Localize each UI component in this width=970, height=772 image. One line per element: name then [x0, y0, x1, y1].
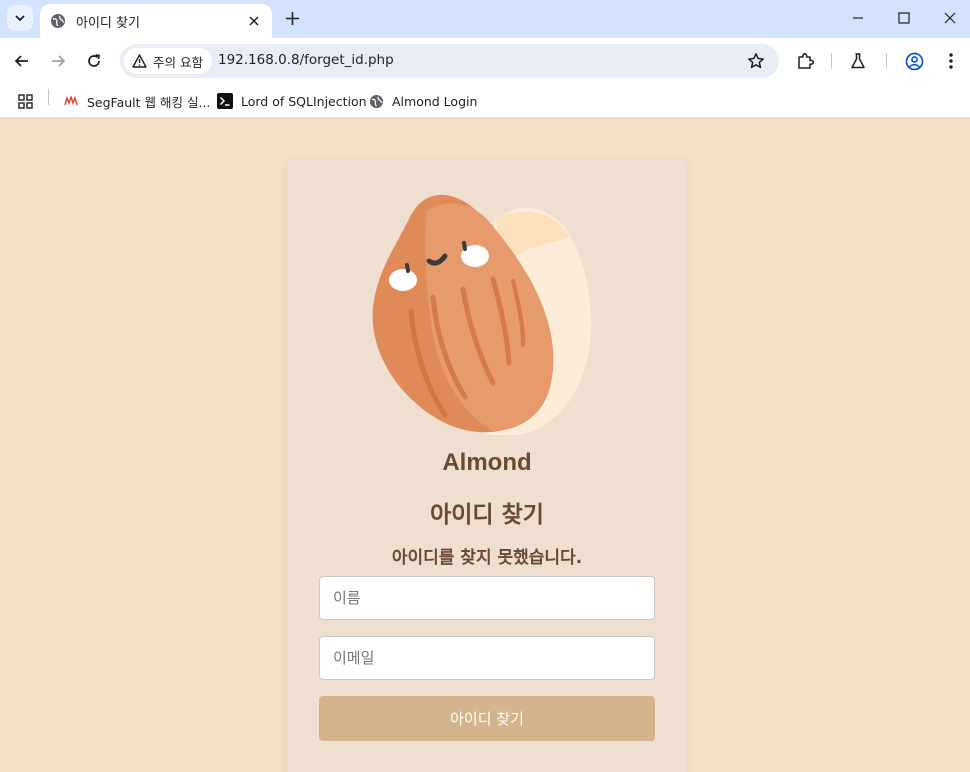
bookmark-lord-of-sqli[interactable]: Lord of SQLInjection: [217, 90, 367, 112]
browser-tab[interactable]: 아이디 찾기: [40, 4, 272, 38]
toolbar-divider: [831, 53, 832, 69]
minimize-button[interactable]: [846, 6, 870, 30]
maximize-button[interactable]: [892, 6, 916, 30]
bookmarks-divider: [48, 89, 49, 105]
menu-button[interactable]: [941, 51, 961, 71]
reload-icon: [88, 54, 100, 67]
tab-title: 아이디 찾기: [76, 15, 140, 31]
more-vertical-icon: [949, 53, 953, 69]
email-input[interactable]: [319, 636, 655, 680]
tab-close-icon[interactable]: [246, 13, 262, 29]
almond-mascot-logo: [372, 194, 592, 435]
minimize-icon: [853, 17, 863, 19]
arrow-left-icon: [14, 55, 28, 67]
segfault-icon: [63, 93, 79, 109]
url-text[interactable]: 192.168.0.8/forget_id.php: [218, 52, 394, 68]
page-heading: 아이디 찾기: [430, 502, 544, 528]
bookmarks-bar: SegFault 웹 해킹 실... Lord of SQLInjection …: [0, 84, 970, 118]
brand-title: Almond: [442, 449, 532, 476]
terminal-icon: [217, 93, 233, 109]
plus-icon: [285, 11, 299, 25]
toolbar-divider: [886, 53, 887, 69]
tab-strip: 아이디 찾기: [0, 0, 970, 38]
account-circle-icon: [905, 52, 923, 70]
address-bar[interactable]: 주의 요함 192.168.0.8/forget_id.php: [120, 44, 779, 78]
bookmark-label: Lord of SQLInjection: [241, 93, 367, 109]
maximize-icon: [898, 12, 910, 24]
extensions-button[interactable]: [795, 51, 815, 71]
browser-toolbar: 주의 요함 192.168.0.8/forget_id.php: [0, 38, 970, 84]
security-label: 주의 요함: [153, 54, 203, 70]
back-button[interactable]: [10, 49, 34, 73]
name-input[interactable]: [319, 576, 655, 620]
labs-button[interactable]: [848, 51, 868, 71]
close-window-button[interactable]: [938, 6, 962, 30]
bookmark-star-icon[interactable]: [747, 52, 765, 70]
new-tab-button[interactable]: [282, 8, 302, 28]
globe-icon: [51, 14, 65, 28]
arrow-right-icon: [52, 55, 66, 67]
result-message: 아이디를 찾지 못했습니다.: [391, 548, 583, 568]
bookmark-label: Almond Login: [392, 93, 478, 109]
warning-icon: [132, 54, 147, 68]
flask-icon: [851, 53, 865, 69]
reload-button[interactable]: [82, 49, 106, 73]
apps-grid-icon: [18, 93, 33, 109]
profile-button[interactable]: [904, 51, 924, 71]
apps-button[interactable]: [18, 90, 33, 112]
chevron-down-icon: [15, 15, 25, 22]
bookmark-segfault[interactable]: SegFault 웹 해킹 실...: [63, 90, 210, 112]
find-id-card: Almond 아이디 찾기 아이디를 찾지 못했습니다. 아이디 찾기: [287, 159, 687, 772]
close-icon: [944, 12, 956, 24]
find-id-button[interactable]: 아이디 찾기: [319, 696, 655, 741]
tab-search-button[interactable]: [7, 5, 33, 31]
security-chip[interactable]: 주의 요함: [124, 48, 212, 74]
puzzle-icon: [797, 52, 814, 69]
globe-icon: [368, 93, 384, 109]
forward-button[interactable]: [46, 49, 70, 73]
bookmark-label: SegFault 웹 해킹 실...: [87, 94, 211, 110]
bookmark-almond-login[interactable]: Almond Login: [368, 90, 477, 112]
